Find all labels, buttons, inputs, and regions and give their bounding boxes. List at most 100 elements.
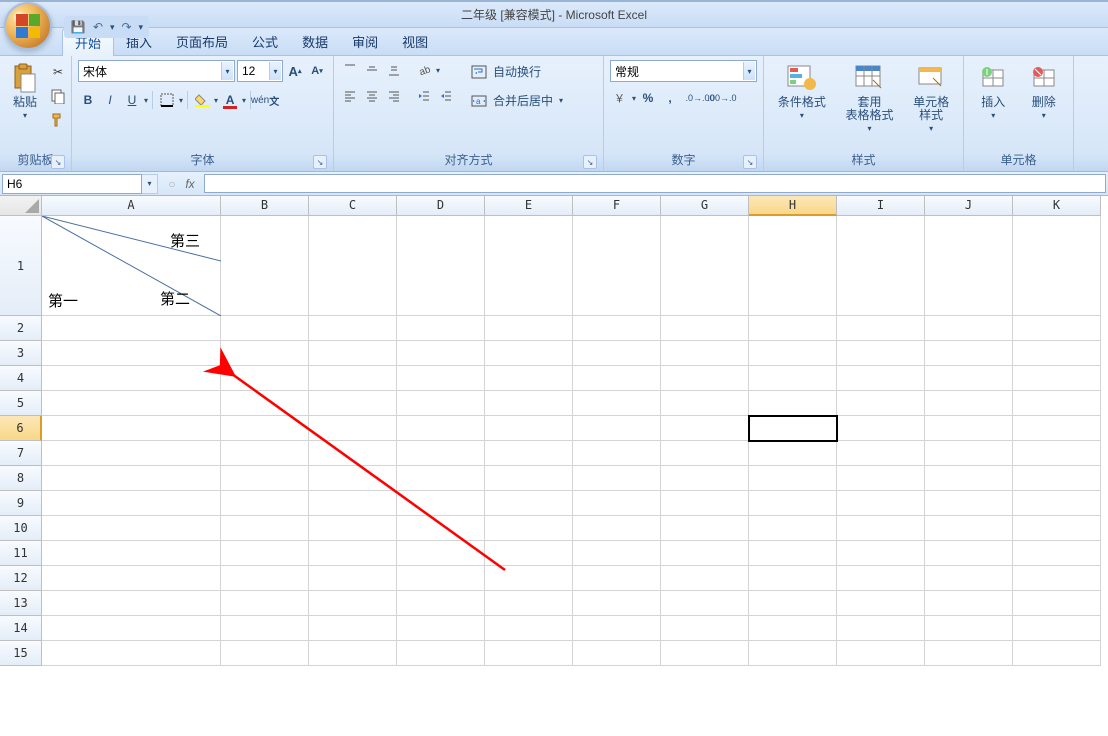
cell[interactable] xyxy=(397,616,485,641)
cell[interactable] xyxy=(397,541,485,566)
comma-format-button[interactable]: , xyxy=(660,88,680,108)
cell[interactable] xyxy=(749,391,837,416)
bold-button[interactable]: B xyxy=(78,90,98,110)
cell[interactable] xyxy=(925,616,1013,641)
cell[interactable] xyxy=(925,316,1013,341)
accounting-format-button[interactable]: ￥ xyxy=(610,88,630,108)
row-header[interactable]: 3 xyxy=(0,341,42,366)
cell[interactable] xyxy=(661,616,749,641)
cell[interactable] xyxy=(1013,641,1101,666)
cell[interactable] xyxy=(837,441,925,466)
cell[interactable] xyxy=(42,466,221,491)
cell[interactable] xyxy=(749,466,837,491)
column-header[interactable]: F xyxy=(573,196,661,216)
cell[interactable] xyxy=(397,391,485,416)
cell[interactable] xyxy=(661,341,749,366)
cell[interactable] xyxy=(221,366,309,391)
cell[interactable] xyxy=(573,416,661,441)
row-header[interactable]: 1 xyxy=(0,216,42,316)
cell[interactable] xyxy=(221,316,309,341)
cell[interactable] xyxy=(1013,466,1101,491)
border-dropdown-icon[interactable]: ▾ xyxy=(179,96,183,105)
column-header[interactable]: E xyxy=(485,196,573,216)
cell[interactable] xyxy=(661,316,749,341)
cell[interactable] xyxy=(397,516,485,541)
cancel-icon[interactable]: ○ xyxy=(164,176,180,192)
format-as-table-button[interactable]: 套用 表格格式▾ xyxy=(841,60,897,135)
format-painter-button[interactable] xyxy=(48,110,68,130)
cell[interactable] xyxy=(221,391,309,416)
column-header[interactable]: K xyxy=(1013,196,1101,216)
column-header[interactable]: A xyxy=(42,196,221,216)
formula-input[interactable] xyxy=(204,174,1106,193)
tab-data[interactable]: 数据 xyxy=(290,28,340,55)
cell[interactable] xyxy=(749,341,837,366)
cell[interactable] xyxy=(573,466,661,491)
cell[interactable] xyxy=(485,566,573,591)
cell[interactable] xyxy=(573,566,661,591)
cell[interactable] xyxy=(749,416,837,441)
cell[interactable] xyxy=(749,541,837,566)
cell-styles-button[interactable]: 单元格 样式▾ xyxy=(909,60,953,135)
cell[interactable] xyxy=(1013,491,1101,516)
cell[interactable] xyxy=(749,316,837,341)
font-dialog-launcher[interactable]: ↘ xyxy=(313,155,327,169)
cell[interactable] xyxy=(661,516,749,541)
column-header[interactable]: D xyxy=(397,196,485,216)
cell[interactable] xyxy=(397,591,485,616)
cell[interactable] xyxy=(749,566,837,591)
alignment-dialog-launcher[interactable]: ↘ xyxy=(583,155,597,169)
cell[interactable] xyxy=(485,466,573,491)
cell[interactable] xyxy=(573,616,661,641)
increase-font-button[interactable]: A▴ xyxy=(285,61,305,81)
number-dialog-launcher[interactable]: ↘ xyxy=(743,155,757,169)
wrap-text-button[interactable]: 自动换行 xyxy=(466,60,597,83)
cell[interactable] xyxy=(485,316,573,341)
cell[interactable] xyxy=(397,441,485,466)
cell[interactable] xyxy=(485,641,573,666)
cell[interactable] xyxy=(221,416,309,441)
cell[interactable] xyxy=(837,616,925,641)
column-header[interactable]: H xyxy=(749,196,837,216)
cell[interactable] xyxy=(1013,516,1101,541)
cell[interactable] xyxy=(749,366,837,391)
cell[interactable] xyxy=(42,641,221,666)
tab-view[interactable]: 视图 xyxy=(390,28,440,55)
cell[interactable] xyxy=(221,591,309,616)
cell[interactable] xyxy=(42,616,221,641)
cell[interactable] xyxy=(837,641,925,666)
row-header[interactable]: 5 xyxy=(0,391,42,416)
cell[interactable] xyxy=(661,391,749,416)
align-center-button[interactable] xyxy=(362,86,382,106)
save-icon[interactable]: 💾 xyxy=(70,19,86,35)
cell[interactable] xyxy=(837,541,925,566)
cell[interactable] xyxy=(42,566,221,591)
cell[interactable] xyxy=(837,491,925,516)
cell[interactable] xyxy=(42,416,221,441)
cell[interactable] xyxy=(661,541,749,566)
cell[interactable] xyxy=(837,366,925,391)
cell[interactable] xyxy=(397,416,485,441)
cell[interactable] xyxy=(309,591,397,616)
decrease-font-button[interactable]: A▾ xyxy=(307,61,327,81)
cell[interactable] xyxy=(42,516,221,541)
undo-icon[interactable]: ↶ xyxy=(90,19,106,35)
select-all-corner[interactable] xyxy=(0,196,42,216)
cell[interactable] xyxy=(397,566,485,591)
cell[interactable] xyxy=(837,516,925,541)
cell[interactable] xyxy=(485,616,573,641)
cut-button[interactable]: ✂ xyxy=(48,62,68,82)
cell[interactable] xyxy=(925,466,1013,491)
cell[interactable] xyxy=(42,391,221,416)
cell[interactable] xyxy=(925,441,1013,466)
column-header[interactable]: G xyxy=(661,196,749,216)
row-header[interactable]: 7 xyxy=(0,441,42,466)
cell[interactable] xyxy=(573,516,661,541)
cell[interactable] xyxy=(749,591,837,616)
worksheet-grid[interactable]: ABCDEFGHIJK123456789101112131415 第一 第二 第… xyxy=(0,196,1108,736)
cell[interactable] xyxy=(1013,366,1101,391)
row-header[interactable]: 13 xyxy=(0,591,42,616)
copy-button[interactable] xyxy=(48,86,68,106)
cell[interactable] xyxy=(309,366,397,391)
cell[interactable] xyxy=(573,541,661,566)
